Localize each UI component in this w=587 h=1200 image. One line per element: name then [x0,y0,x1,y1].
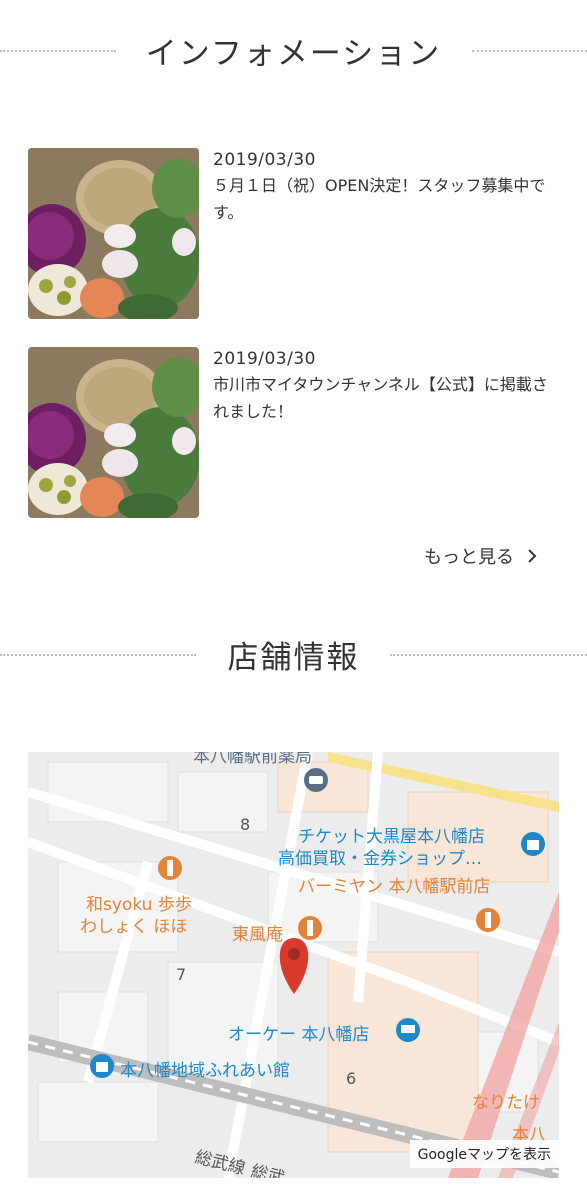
chevron-right-icon [528,549,537,563]
news-thumbnail [28,148,199,319]
store-heading-title: 店舗情報 [219,631,368,677]
news-item[interactable]: 2019/03/30 ５月１日（祝）OPEN決定！スタッフ募集中です。 [28,148,559,320]
car-icon [304,768,328,792]
heading-divider-left [0,654,196,656]
more-link[interactable]: もっと見る [424,543,540,569]
google-map[interactable]: 本八幡駅前薬局 チケット大黒屋本八幡店 高価買取・金券ショップ… バーミヤン 本… [28,752,559,1178]
map-label-block-8: 8 [240,815,250,834]
more-link-label: もっと見る [424,547,514,568]
shopping-cart-icon [396,1018,420,1042]
news-date: 2019/03/30 [213,150,316,170]
news-date: 2019/03/30 [213,349,316,369]
info-section-heading: インフォメーション [0,26,587,74]
community-center-icon [90,1054,114,1078]
heading-divider-right [390,654,587,656]
news-title: 市川市マイタウンチャンネル【公式】に掲載されました！ [213,375,548,421]
map-label-naritake: なりたけ [472,1093,540,1113]
map-label-pharmacy: 本八幡駅前薬局 [193,752,312,767]
news-title: ５月１日（祝）OPEN決定！スタッフ募集中です。 [213,176,546,222]
food-plate-photo-icon [28,148,199,319]
map-label-block-6: 6 [346,1069,356,1088]
map-label-bamiyan: バーミヤン 本八幡駅前店 [298,877,490,897]
map-label-toufuan: 東風庵 [232,925,283,945]
restaurant-icon [476,908,500,932]
map-label-ticket-2: 高価買取・金券ショップ… [278,849,482,869]
map-label-washoku-1: 和syoku 歩歩 [86,895,192,915]
map-label-washoku-2: わしょく ほほ [80,917,187,937]
news-item[interactable]: 2019/03/30 市川市マイタウンチャンネル【公式】に掲載されました！ [28,347,559,519]
restaurant-icon [158,856,182,880]
info-heading-title: インフォメーション [137,27,450,73]
heading-divider-left [0,50,116,52]
map-label-ok-store: オーケー 本八幡店 [228,1025,369,1045]
shopping-bag-icon [521,832,545,856]
food-plate-photo-icon [28,347,199,518]
store-section-heading: 店舗情報 [0,630,587,678]
map-label-ticket-1: チケット大黒屋本八幡店 [298,827,485,847]
open-in-google-maps-button[interactable]: Googleマップを表示 [409,1140,559,1168]
map-label-block-7: 7 [176,965,186,984]
news-thumbnail [28,347,199,518]
restaurant-icon [298,916,322,940]
heading-divider-right [472,50,587,52]
map-label-fureai: 本八幡地域ふれあい館 [120,1061,290,1081]
